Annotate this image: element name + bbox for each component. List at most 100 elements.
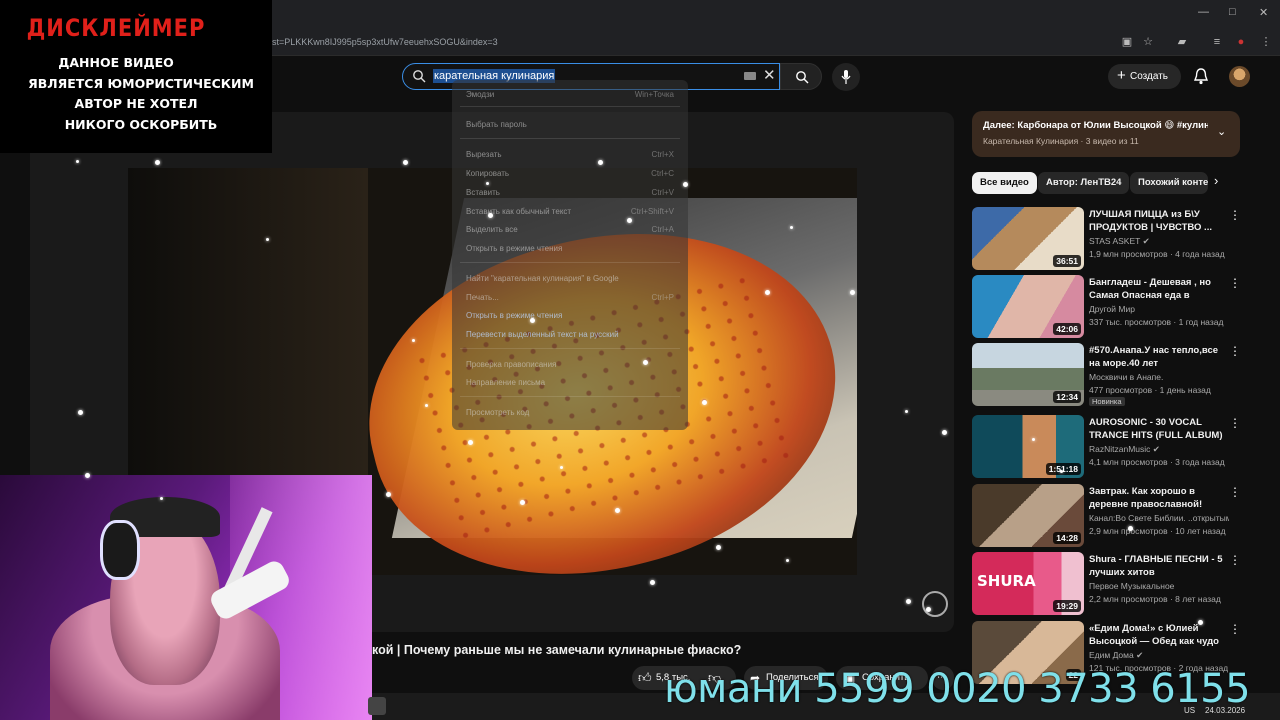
- star-particle: [520, 500, 525, 505]
- keyboard-icon[interactable]: [744, 72, 756, 80]
- loading-spinner-icon: [922, 591, 948, 617]
- thumbs-up-icon: 👍︎: [638, 670, 652, 685]
- star-particle: [1198, 620, 1203, 625]
- rec-title[interactable]: Завтрак. Как хорошо в деревне православн…: [1089, 485, 1229, 511]
- star-particle: [702, 400, 707, 405]
- star-particle: [1128, 526, 1133, 531]
- recommendation-item[interactable]: 12:34 #570.Анапа.У нас тепло,все на море…: [972, 343, 1267, 407]
- chrome-menu-icon[interactable]: ⋮: [1259, 35, 1273, 49]
- rec-channel[interactable]: Едим Дома ✔: [1089, 650, 1229, 661]
- chevron-down-icon[interactable]: ⌄: [1217, 125, 1226, 138]
- ctx-item-cut[interactable]: Вырезать: [466, 150, 502, 159]
- star-particle: [942, 430, 947, 435]
- duration-badge: 42:06: [1053, 323, 1081, 335]
- profile-icon[interactable]: ●: [1234, 35, 1248, 49]
- ctx-item-translate[interactable]: Перевести выделенный текст на русский: [466, 330, 619, 339]
- cast-icon[interactable]: ▣: [1120, 35, 1134, 49]
- more-vertical-icon[interactable]: ⋮: [1229, 209, 1241, 221]
- video-thumbnail[interactable]: 36:51: [972, 207, 1084, 270]
- star-particle: [488, 213, 493, 218]
- disclaimer-line: ЯВЛЯЕТСЯ ЮМОРИСТИЧЕСКИМ: [28, 76, 254, 91]
- rec-channel[interactable]: STAS ASKET ✔: [1089, 236, 1229, 247]
- star-particle: [1032, 438, 1035, 441]
- chevron-right-icon[interactable]: ›: [1214, 173, 1218, 188]
- star-particle: [643, 360, 648, 365]
- star-particle: [906, 599, 911, 604]
- notifications-bell-icon[interactable]: [1193, 67, 1209, 85]
- playlist-up-next[interactable]: Далее: Карбонара от Юлии Высоцкой 😄 #кул…: [972, 111, 1240, 157]
- star-particle: [266, 238, 269, 241]
- ctx-item-paste-plain[interactable]: Вставить как обычный текст: [466, 207, 571, 216]
- bookmark-star-icon[interactable]: ☆: [1141, 35, 1155, 49]
- video-thumbnail[interactable]: 1:51:18: [972, 415, 1084, 478]
- search-button[interactable]: [780, 63, 822, 90]
- ctx-item-copy[interactable]: Копировать: [466, 169, 509, 178]
- ctx-item-inspect[interactable]: Просмотреть код: [466, 408, 529, 417]
- video-thumbnail[interactable]: 42:06: [972, 275, 1084, 338]
- star-particle: [468, 440, 473, 445]
- ctx-item-select-all[interactable]: Выделить все: [466, 225, 518, 234]
- more-vertical-icon[interactable]: ⋮: [1229, 345, 1241, 357]
- rec-channel[interactable]: Первое Музыкальное: [1089, 581, 1229, 591]
- ctx-item-emoji[interactable]: Эмодзи: [466, 90, 494, 99]
- ctx-item-reading-mode[interactable]: Открыть в режиме чтения: [466, 244, 562, 253]
- recommendation-item[interactable]: 14:28 Завтрак. Как хорошо в деревне прав…: [972, 484, 1267, 548]
- star-particle: [650, 580, 655, 585]
- minimize-icon[interactable]: —: [1198, 6, 1209, 18]
- extensions-icon[interactable]: ▰: [1175, 35, 1189, 49]
- star-particle: [403, 160, 408, 165]
- rec-title[interactable]: «Едим Дома!» с Юлией Высоцкой — Обед как…: [1089, 622, 1229, 648]
- recommendation-item[interactable]: 36:51 ЛУЧШАЯ ПИЦЦА из Б\У ПРОДУКТОВ | ЧУ…: [972, 207, 1267, 271]
- star-particle: [627, 218, 632, 223]
- recommendation-item[interactable]: 1:51:18 AUROSONIC - 30 VOCAL TRANCE HITS…: [972, 415, 1267, 479]
- more-vertical-icon[interactable]: ⋮: [1229, 554, 1241, 566]
- ctx-item-reading-mode-2[interactable]: Открыть в режиме чтения: [466, 311, 562, 320]
- rec-title[interactable]: Shura - ГЛАВНЫЕ ПЕСНИ - 5 лучших хитов: [1089, 553, 1229, 579]
- more-vertical-icon[interactable]: ⋮: [1229, 486, 1241, 498]
- ctx-item-paste[interactable]: Вставить: [466, 188, 500, 197]
- video-thumbnail[interactable]: 14:28: [972, 484, 1084, 547]
- ctx-item-print[interactable]: Печать...: [466, 293, 499, 302]
- star-particle: [486, 182, 489, 185]
- chip-all-videos[interactable]: Все видео: [972, 172, 1037, 194]
- maximize-icon[interactable]: □: [1229, 6, 1236, 18]
- taskbar-app-icon[interactable]: [368, 697, 386, 715]
- url-text[interactable]: st=PLKKKwn8IJ995p5sp3xtUfw7eeuehxSOGU&in…: [272, 37, 498, 47]
- media-icon[interactable]: ≡: [1210, 35, 1224, 49]
- more-vertical-icon[interactable]: ⋮: [1229, 417, 1241, 429]
- video-thumbnail[interactable]: 12:34: [972, 343, 1084, 406]
- star-particle: [412, 339, 415, 342]
- rec-title[interactable]: Бангладеш - Дешевая , но Самая Опасная е…: [1089, 276, 1229, 302]
- chip-related[interactable]: Похожий контент: [1130, 172, 1208, 194]
- recommendation-item[interactable]: 42:06 Бангладеш - Дешевая , но Самая Опа…: [972, 275, 1267, 339]
- ctx-item-spellcheck[interactable]: Проверка правописания: [466, 360, 556, 369]
- more-vertical-icon[interactable]: ⋮: [1229, 623, 1241, 635]
- chip-author[interactable]: Автор: ЛенТВ24: [1038, 172, 1130, 194]
- rec-title[interactable]: AUROSONIC - 30 VOCAL TRANCE HITS (FULL A…: [1089, 416, 1229, 442]
- rec-channel[interactable]: Канал:Во Свете Библии. ..открытым о...: [1089, 513, 1229, 523]
- ctx-item-choose-password[interactable]: Выбрать пароль: [466, 120, 527, 129]
- rec-meta: 477 просмотров · 1 день назад: [1089, 385, 1211, 395]
- video-thumbnail[interactable]: SHURA 19:29: [972, 552, 1084, 615]
- clear-search-icon[interactable]: ✕: [763, 67, 776, 85]
- rec-channel[interactable]: Москвичи в Анапе.: [1089, 372, 1229, 382]
- star-particle: [386, 492, 391, 497]
- rec-channel[interactable]: Другой Мир: [1089, 304, 1229, 314]
- voice-search-button[interactable]: [832, 63, 860, 91]
- recommendation-item[interactable]: SHURA 19:29 Shura - ГЛАВНЫЕ ПЕСНИ - 5 лу…: [972, 552, 1267, 616]
- ctx-item-writing-direction[interactable]: Направление письма: [466, 378, 545, 387]
- close-window-icon[interactable]: ✕: [1259, 6, 1268, 19]
- create-button[interactable]: + Создать: [1108, 64, 1181, 89]
- duration-badge: 12:34: [1053, 391, 1081, 403]
- more-vertical-icon[interactable]: ⋮: [1229, 277, 1241, 289]
- rec-title[interactable]: #570.Анапа.У нас тепло,все на море.40 ле…: [1089, 344, 1229, 370]
- user-avatar[interactable]: [1229, 66, 1250, 87]
- ctx-item-search-google[interactable]: Найти "карательная кулинария" в Google: [466, 274, 619, 283]
- search-icon: [413, 70, 426, 83]
- rec-meta: 2,9 млн просмотров · 10 лет назад: [1089, 526, 1226, 536]
- disclaimer-title: ДИСКЛЕЙМЕР: [26, 14, 206, 42]
- rec-meta: 2,2 млн просмотров · 8 лет назад: [1089, 594, 1221, 604]
- rec-channel[interactable]: RazNitzanMusic ✔: [1089, 444, 1229, 455]
- rec-title[interactable]: ЛУЧШАЯ ПИЦЦА из Б\У ПРОДУКТОВ | ЧУВСТВО …: [1089, 208, 1229, 234]
- duration-badge: 14:28: [1053, 532, 1081, 544]
